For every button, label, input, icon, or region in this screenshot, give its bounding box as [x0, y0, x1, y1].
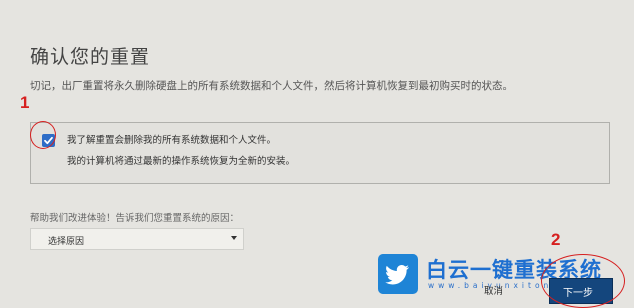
page-title: 确认您的重置 [30, 46, 151, 68]
step-1-marker: 1 [20, 93, 30, 112]
twitter-bird-icon [378, 254, 418, 294]
reason-select-value: 选择原因 [48, 237, 85, 247]
reason-select[interactable]: 选择原因 [30, 228, 244, 250]
chevron-down-icon [231, 236, 237, 240]
checkbox-highlight-circle [30, 121, 56, 149]
feedback-label: 帮助我们改进体验！告诉我们您重置系统的原因： [30, 213, 240, 224]
confirm-note: 我的计算机将通过最新的操作系统恢复为全新的安装。 [67, 156, 296, 167]
cancel-button[interactable]: 取消 [484, 283, 503, 297]
next-button-highlight-circle [541, 254, 625, 308]
confirm-label[interactable]: 我了解重置会删除我的所有系统数据和个人文件。 [67, 132, 276, 146]
warning-text: 切记，出厂重置将永久删除硬盘上的所有系统数据和个人文件，然后将计算机恢复到最初购… [30, 80, 513, 92]
confirm-panel: 我了解重置会删除我的所有系统数据和个人文件。 我的计算机将通过最新的操作系统恢复… [30, 122, 610, 184]
step-2-marker: 2 [551, 230, 561, 249]
